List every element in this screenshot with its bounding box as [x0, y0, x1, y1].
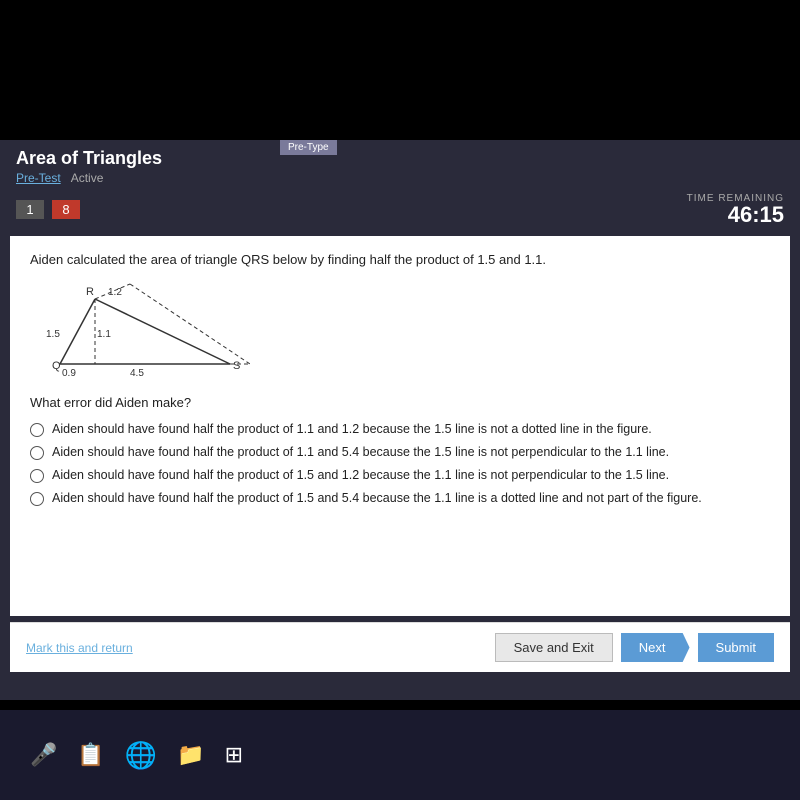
svg-text:1.2: 1.2: [108, 287, 122, 298]
microphone-icon[interactable]: 🎤: [30, 742, 57, 768]
svg-text:4.5: 4.5: [130, 368, 144, 379]
svg-text:Q: Q: [52, 360, 61, 372]
footer-buttons: Save and Exit Next Submit: [495, 633, 774, 662]
svg-text:0.9: 0.9: [62, 368, 76, 379]
next-button[interactable]: Next: [621, 633, 690, 662]
page-badge[interactable]: 8: [52, 200, 80, 219]
option-row-1[interactable]: Aiden should have found half the product…: [30, 422, 770, 437]
radio-4[interactable]: [30, 492, 44, 506]
option-row-4[interactable]: Aiden should have found half the product…: [30, 491, 770, 506]
footer-bar: Mark this and return Save and Exit Next …: [10, 622, 790, 672]
radio-3[interactable]: [30, 469, 44, 483]
pre-type-badge: Pre-Type: [280, 140, 337, 155]
apps-icon[interactable]: ⊞: [225, 742, 243, 768]
svg-text:1.5: 1.5: [46, 329, 60, 340]
save-exit-button[interactable]: Save and Exit: [495, 633, 613, 662]
header-bar: Area of Triangles Pre-Test Active: [0, 140, 800, 189]
triangle-svg: Q S R 1.2 1.5 1.1 0.9 4.5: [40, 279, 250, 389]
option-text-4: Aiden should have found half the product…: [52, 491, 702, 505]
question-text: Aiden calculated the area of triangle QR…: [30, 252, 770, 267]
answer-options: Aiden should have found half the product…: [30, 422, 770, 506]
option-row-3[interactable]: Aiden should have found half the product…: [30, 468, 770, 483]
triangle-diagram: Q S R 1.2 1.5 1.1 0.9 4.5: [40, 279, 240, 379]
option-text-1: Aiden should have found half the product…: [52, 422, 652, 436]
option-text-3: Aiden should have found half the product…: [52, 468, 669, 482]
time-remaining-block: TIME REMAINING 46:15: [687, 193, 784, 226]
option-text-2: Aiden should have found half the product…: [52, 445, 669, 459]
radio-1[interactable]: [30, 423, 44, 437]
submit-button[interactable]: Submit: [698, 633, 774, 662]
question-prompt: What error did Aiden make?: [30, 395, 770, 410]
page-number-box[interactable]: 1: [16, 200, 44, 219]
content-area: Aiden calculated the area of triangle QR…: [10, 236, 790, 616]
edge-browser-icon[interactable]: 🌐: [125, 740, 157, 771]
svg-text:1.1: 1.1: [97, 329, 111, 340]
nav-bar: 1 8 TIME REMAINING 46:15: [0, 189, 800, 230]
file-explorer-icon[interactable]: 📋: [77, 742, 104, 768]
folder-icon[interactable]: 📁: [177, 742, 204, 768]
taskbar: 🎤 📋 🌐 📁 ⊞: [0, 710, 800, 800]
app-title: Area of Triangles: [16, 148, 784, 169]
svg-text:S: S: [233, 360, 240, 372]
breadcrumb: Pre-Test Active: [16, 171, 784, 185]
option-row-2[interactable]: Aiden should have found half the product…: [30, 445, 770, 460]
svg-text:R: R: [86, 286, 94, 298]
breadcrumb-pretest[interactable]: Pre-Test: [16, 171, 61, 185]
radio-2[interactable]: [30, 446, 44, 460]
mark-return-link[interactable]: Mark this and return: [26, 641, 133, 655]
time-value: 46:15: [687, 204, 784, 226]
screen-area: Area of Triangles Pre-Test Active 1 8 TI…: [0, 140, 800, 700]
breadcrumb-active: Active: [71, 171, 104, 185]
